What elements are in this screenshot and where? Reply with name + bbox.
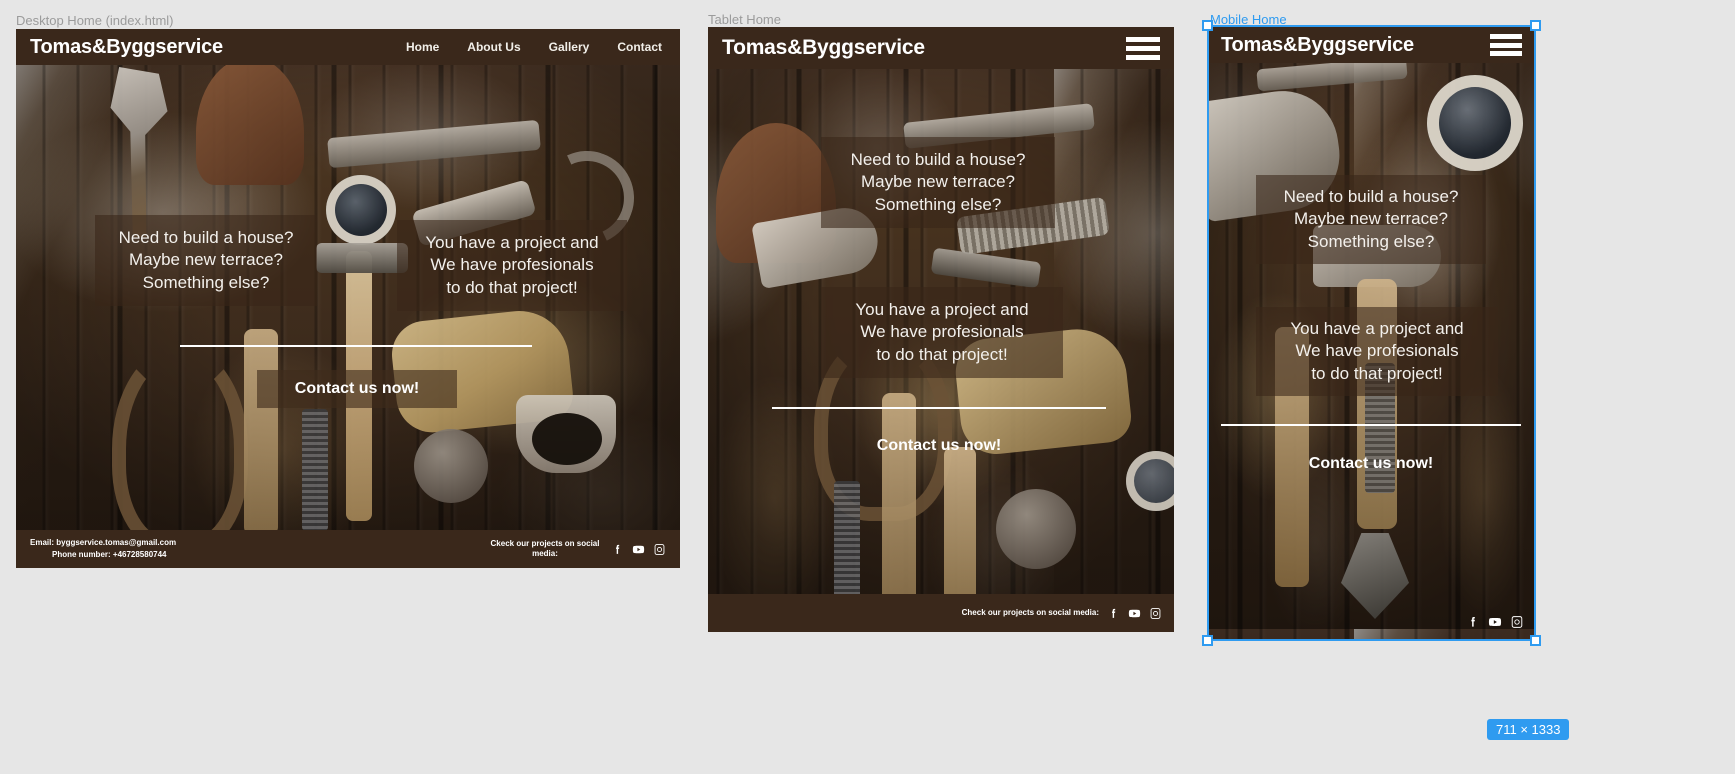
cta-divider-desktop [180, 345, 532, 347]
social-icon-row-mobile [1466, 615, 1524, 629]
footer-social-caption-tablet: Check our projects on social media: [961, 607, 1099, 617]
hero-left-line-3-mobile: Something else? [1307, 231, 1435, 251]
site-header-mobile: Tomas&Byggservice [1209, 27, 1534, 63]
hero-right-line-1-mobile: You have a project and [1290, 319, 1464, 338]
hero-right-line-1-tablet: You have a project and [855, 300, 1029, 319]
youtube-icon[interactable] [1487, 615, 1503, 629]
facebook-icon[interactable] [1107, 607, 1120, 620]
site-header-tablet: Tomas&Byggservice [708, 27, 1174, 69]
viewport-mobile[interactable]: Tomas&Byggservice Need to build a house?… [1209, 27, 1534, 639]
hero-right-line-2-tablet: We have profesionals [860, 322, 1024, 342]
footer-phone[interactable]: Phone number: +46728580744 [30, 549, 176, 561]
hero-left-line-1-mobile: Need to build a house? [1283, 187, 1459, 206]
social-icon-row-desktop [611, 543, 666, 556]
hero-right-line-3: to do that project! [446, 277, 578, 297]
youtube-icon[interactable] [1127, 607, 1142, 620]
hero-text-right-mobile: You have a project and We have profesion… [1256, 307, 1498, 397]
brand-title-tablet[interactable]: Tomas&Byggservice [722, 36, 925, 60]
instagram-icon[interactable] [653, 543, 666, 556]
size-badge-mobile: 711 × 1333 [1487, 719, 1570, 740]
site-footer-desktop: Email: byggservice.tomas@gmail.com Phone… [16, 530, 680, 568]
footer-email[interactable]: Email: byggservice.tomas@gmail.com [30, 538, 176, 547]
nav-link-home[interactable]: Home [406, 40, 439, 54]
hero-text-left-mobile: Need to build a house? Maybe new terrace… [1256, 175, 1486, 265]
footer-contact-desktop: Email: byggservice.tomas@gmail.com Phone… [30, 537, 176, 560]
facebook-icon[interactable] [1466, 615, 1480, 629]
hero-left-line-1-tablet: Need to build a house? [850, 150, 1026, 169]
panel-label-tablet[interactable]: Tablet Home [708, 12, 781, 27]
cta-contact-button-mobile[interactable]: Contact us now! [1271, 445, 1471, 483]
hamburger-icon-tablet[interactable] [1126, 36, 1160, 60]
hero-text-right-tablet: You have a project and We have profesion… [821, 287, 1063, 379]
brand-title-mobile[interactable]: Tomas&Byggservice [1221, 34, 1414, 57]
hero-right-line-3-mobile: to do that project! [1311, 363, 1443, 383]
nav-link-contact[interactable]: Contact [617, 40, 662, 54]
viewport-tablet[interactable]: Tomas&Byggservice Need to build a house?… [708, 27, 1174, 632]
hero-text-right-desktop: You have a project and We have profesion… [397, 220, 627, 312]
hero-left-line-3-tablet: Something else? [874, 194, 1002, 214]
hero-right-line-2-mobile: We have profesionals [1295, 341, 1459, 361]
hero-right-line-2: We have profesionals [430, 255, 594, 275]
youtube-icon[interactable] [631, 543, 646, 556]
footer-social-caption: Ckeck our projects on social media: [490, 538, 600, 558]
viewport-desktop[interactable]: Tomas&Byggservice Home About Us Gallery … [16, 29, 680, 568]
footer-social-desktop: Ckeck our projects on social media: [487, 539, 666, 560]
footer-social-tablet: Check our projects on social media: [962, 607, 1162, 620]
hero-left-line-2-mobile: Maybe new terrace? [1293, 209, 1449, 229]
cta-divider-tablet [772, 407, 1106, 409]
site-header-desktop: Tomas&Byggservice Home About Us Gallery … [16, 29, 680, 65]
selection-handle-bottom-left[interactable] [1202, 635, 1213, 646]
hero-left-line-1: Need to build a house? [118, 228, 294, 247]
cta-contact-button-desktop[interactable]: Contact us now! [257, 370, 457, 408]
panel-label-mobile[interactable]: Mobile Home [1210, 12, 1287, 27]
footer-social-mobile [1466, 615, 1524, 629]
selection-handle-top-right[interactable] [1530, 20, 1541, 31]
nav-link-gallery[interactable]: Gallery [549, 40, 590, 54]
instagram-icon[interactable] [1510, 615, 1524, 629]
facebook-icon[interactable] [611, 543, 624, 556]
nav-link-about-us[interactable]: About Us [467, 40, 520, 54]
hero-right-line-3-tablet: to do that project! [876, 344, 1008, 364]
selection-handle-top-left[interactable] [1202, 20, 1213, 31]
hero-text-left-tablet: Need to build a house? Maybe new terrace… [821, 137, 1055, 229]
hero-left-line-3: Something else? [142, 272, 270, 292]
hamburger-icon-mobile[interactable] [1490, 34, 1522, 56]
panel-label-desktop[interactable]: Desktop Home (index.html) [16, 13, 174, 28]
hero-text-left-desktop: Need to build a house? Maybe new terrace… [95, 215, 317, 307]
cta-contact-button-tablet[interactable]: Contact us now! [839, 427, 1039, 465]
preview-canvas: Desktop Home (index.html) Tomas&Byggserv… [0, 0, 1735, 774]
hero-left-line-2: Maybe new terrace? [128, 250, 284, 270]
social-icon-row-tablet [1107, 607, 1162, 620]
brand-title[interactable]: Tomas&Byggservice [30, 36, 223, 59]
cta-divider-mobile [1221, 424, 1521, 426]
instagram-icon[interactable] [1149, 607, 1162, 620]
hero-right-line-1: You have a project and [425, 233, 599, 252]
site-footer-tablet: Check our projects on social media: [708, 594, 1174, 632]
main-nav-desktop: Home About Us Gallery Contact [406, 40, 662, 54]
hero-left-line-2-tablet: Maybe new terrace? [860, 172, 1016, 192]
selection-handle-bottom-right[interactable] [1530, 635, 1541, 646]
